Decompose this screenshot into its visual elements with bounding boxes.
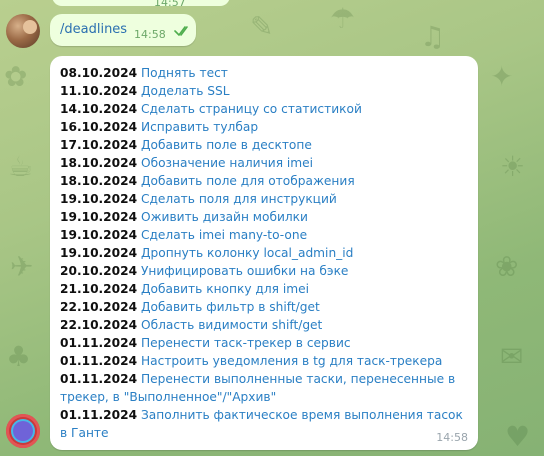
deadline-date: 19.10.2024 — [60, 246, 138, 260]
deadline-task-link[interactable]: Добавить поле в десктопе — [141, 138, 312, 152]
deadline-task-link[interactable]: Поднять тест — [141, 66, 228, 80]
deadline-date: 01.11.2024 — [60, 372, 138, 386]
deadline-list: 08.10.2024 Поднять тест 11.10.2024 Додела… — [60, 64, 465, 442]
deadline-date: 19.10.2024 — [60, 210, 138, 224]
deadline-task-link[interactable]: Добавить кнопку для imei — [141, 282, 309, 296]
command-time: 14:58 — [134, 28, 166, 41]
deadline-item: 14.10.2024 Сделать страницу со статистик… — [60, 100, 465, 118]
deadline-date: 01.11.2024 — [60, 354, 138, 368]
deadline-item: 19.10.2024 Сделать imei many-to-one — [60, 226, 465, 244]
deadline-item: 22.10.2024 Область видимости shift/get — [60, 316, 465, 334]
deadline-date: 17.10.2024 — [60, 138, 138, 152]
user-avatar[interactable] — [6, 14, 40, 48]
deadline-task-link[interactable]: Доделать SSL — [141, 84, 230, 98]
deadline-date: 22.10.2024 — [60, 318, 138, 332]
reply-time: 14:58 — [436, 431, 468, 444]
deadline-task-link[interactable]: Обозначение наличия imei — [141, 156, 313, 170]
deadline-item: 18.10.2024 Обозначение наличия imei — [60, 154, 465, 172]
deadline-date: 01.11.2024 — [60, 336, 138, 350]
deadline-item: 01.11.2024 Перенести выполненные таски, … — [60, 370, 465, 406]
deadline-task-link[interactable]: Оживить дизайн мобилки — [141, 210, 308, 224]
deadline-task-link[interactable]: Дропнуть колонку local_admin_id — [141, 246, 353, 260]
deadline-date: 18.10.2024 — [60, 174, 138, 188]
deadline-item: 19.10.2024 Оживить дизайн мобилки — [60, 208, 465, 226]
deadline-date: 11.10.2024 — [60, 84, 138, 98]
deadline-task-link[interactable]: Унифицировать ошибки на бэке — [141, 264, 348, 278]
deadline-task-link[interactable]: Добавить поле для отображения — [141, 174, 355, 188]
deadline-date: 14.10.2024 — [60, 102, 138, 116]
deadline-task-link[interactable]: Сделать поля для инструкций — [141, 192, 337, 206]
deadline-item: 16.10.2024 Исправить тулбар — [60, 118, 465, 136]
command-message-bubble[interactable]: /deadlines 14:58 — [50, 14, 196, 46]
deadline-item: 01.11.2024 Перенести таск-трекер в серви… — [60, 334, 465, 352]
deadline-date: 19.10.2024 — [60, 228, 138, 242]
deadline-date: 16.10.2024 — [60, 120, 138, 134]
deadlines-reply-bubble[interactable]: 08.10.2024 Поднять тест 11.10.2024 Додела… — [50, 56, 478, 450]
deadline-item: 19.10.2024 Дропнуть колонку local_admin_… — [60, 244, 465, 262]
deadline-item: 17.10.2024 Добавить поле в десктопе — [60, 136, 465, 154]
deadline-item: 22.10.2024 Добавить фильтр в shift/get — [60, 298, 465, 316]
deadline-date: 08.10.2024 — [60, 66, 138, 80]
deadline-item: 11.10.2024 Доделать SSL — [60, 82, 465, 100]
deadline-task-link[interactable]: Область видимости shift/get — [141, 318, 322, 332]
deadline-date: 22.10.2024 — [60, 300, 138, 314]
previous-message-time: 14:57 — [154, 0, 186, 9]
deadline-item: 01.11.2024 Настроить уведомления в tg дл… — [60, 352, 465, 370]
deadline-task-link[interactable]: Добавить фильтр в shift/get — [141, 300, 320, 314]
previous-message-bubble[interactable] — [52, 0, 230, 6]
deadline-item: 19.10.2024 Сделать поля для инструкций — [60, 190, 465, 208]
deadline-date: 18.10.2024 — [60, 156, 138, 170]
deadline-task-link[interactable]: Сделать imei many-to-one — [141, 228, 307, 242]
deadline-task-link[interactable]: Исправить тулбар — [141, 120, 258, 134]
deadline-item: 01.11.2024 Заполнить фактическое время в… — [60, 406, 465, 442]
deadline-date: 01.11.2024 — [60, 408, 138, 422]
deadline-item: 20.10.2024 Унифицировать ошибки на бэке — [60, 262, 465, 280]
bot-avatar-ring — [13, 421, 33, 441]
deadline-task-link[interactable]: Перенести таск-трекер в сервис — [141, 336, 351, 350]
bot-avatar[interactable] — [6, 414, 40, 448]
deadline-item: 21.10.2024 Добавить кнопку для imei — [60, 280, 465, 298]
command-text: /deadlines — [60, 22, 128, 37]
deadline-date: 19.10.2024 — [60, 192, 138, 206]
deadline-date: 21.10.2024 — [60, 282, 138, 296]
deadline-item: 18.10.2024 Добавить поле для отображения — [60, 172, 465, 190]
deadline-date: 20.10.2024 — [60, 264, 138, 278]
double-check-icon — [174, 26, 188, 36]
deadline-task-link[interactable]: Сделать страницу со статистикой — [141, 102, 362, 116]
deadline-task-link[interactable]: Настроить уведомления в tg для таск-трек… — [141, 354, 442, 368]
deadline-item: 08.10.2024 Поднять тест — [60, 64, 465, 82]
